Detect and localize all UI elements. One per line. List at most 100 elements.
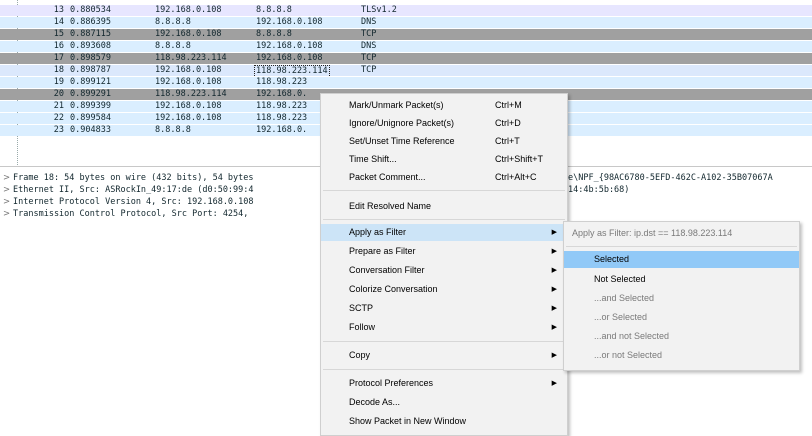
menu-item-time-shift[interactable]: Time Shift... Ctrl+Shift+T xyxy=(321,151,567,168)
packet-source: 8.8.8.8 xyxy=(155,41,191,51)
packet-row[interactable]: 13 0.880534 192.168.0.108 8.8.8.8 TLSv1.… xyxy=(0,5,812,16)
packet-destination: 8.8.8.8 xyxy=(256,5,292,15)
submenu-item-and-selected: ...and Selected xyxy=(564,290,799,307)
submenu-item-label: ...or Selected xyxy=(594,312,648,322)
menu-item-label: Ignore/Unignore Packet(s) xyxy=(349,118,455,128)
menu-item-apply-as-filter[interactable]: Apply as Filter ▶ xyxy=(321,224,567,241)
menu-item-label: Protocol Preferences xyxy=(349,378,434,388)
menu-item-label: Prepare as Filter xyxy=(349,246,416,256)
menu-item-label: Colorize Conversation xyxy=(349,284,438,294)
menu-item-protocol-preferences[interactable]: Protocol Preferences ▶ xyxy=(321,375,567,392)
menu-item-label: Decode As... xyxy=(349,397,401,407)
packet-no: 18 xyxy=(53,65,64,75)
menu-item-packet-comment[interactable]: Packet Comment... Ctrl+Alt+C xyxy=(321,169,567,186)
packet-no: 15 xyxy=(53,29,64,39)
menu-item-label: SCTP xyxy=(349,303,374,313)
menu-item-shortcut: Ctrl+D xyxy=(495,118,521,128)
menu-item-follow[interactable]: Follow ▶ xyxy=(321,319,567,336)
submenu-arrow-icon: ▶ xyxy=(551,267,557,274)
menu-item-copy[interactable]: Copy ▶ xyxy=(321,347,567,364)
packet-source: 192.168.0.108 xyxy=(155,5,222,15)
packet-source: 192.168.0.108 xyxy=(155,65,222,75)
packet-protocol: TCP xyxy=(361,65,377,75)
submenu-item-or-not-selected: ...or not Selected xyxy=(564,347,799,364)
packet-time: 0.887115 xyxy=(70,29,111,39)
packet-row[interactable]: 16 0.893608 8.8.8.8 192.168.0.108 DNS xyxy=(0,41,812,52)
menu-item-edit-resolved-name[interactable]: Edit Resolved Name xyxy=(321,198,567,215)
menu-item-label: Edit Resolved Name xyxy=(349,201,432,211)
menu-item-prepare-as-filter[interactable]: Prepare as Filter ▶ xyxy=(321,243,567,260)
packet-protocol: TLSv1.2 xyxy=(361,5,397,15)
packet-row-selected[interactable]: 18 0.898787 192.168.0.108 118.98.223.114… xyxy=(0,65,812,78)
packet-source: 192.168.0.108 xyxy=(155,29,222,39)
packet-row[interactable]: 15 0.887115 192.168.0.108 8.8.8.8 TCP xyxy=(0,29,812,40)
packet-source: 8.8.8.8 xyxy=(155,17,191,27)
packet-source: 8.8.8.8 xyxy=(155,125,191,135)
submenu-item-label: Not Selected xyxy=(594,274,646,284)
menu-item-label: Show Packet in New Window xyxy=(349,416,467,426)
detail-text: Transmission Control Protocol, Src Port:… xyxy=(13,209,249,219)
expand-arrow-icon[interactable]: > xyxy=(3,197,10,208)
submenu-arrow-icon: ▶ xyxy=(551,305,557,312)
expand-arrow-icon[interactable]: > xyxy=(3,209,10,220)
submenu-item-label: ...and not Selected xyxy=(594,331,670,341)
submenu-arrow-icon: ▶ xyxy=(551,352,557,359)
packet-time: 0.898787 xyxy=(70,65,111,75)
menu-item-mark-packet[interactable]: Mark/Unmark Packet(s) Ctrl+M xyxy=(321,97,567,114)
menu-item-time-reference[interactable]: Set/Unset Time Reference Ctrl+T xyxy=(321,133,567,150)
submenu-item-not-selected[interactable]: Not Selected xyxy=(564,271,799,288)
submenu-arrow-icon: ▶ xyxy=(551,248,557,255)
packet-time: 0.886395 xyxy=(70,17,111,27)
packet-time: 0.880534 xyxy=(70,5,111,15)
packet-no: 16 xyxy=(53,41,64,51)
menu-item-label: Copy xyxy=(349,350,371,360)
expand-arrow-icon[interactable]: > xyxy=(3,173,10,184)
menu-item-label: Conversation Filter xyxy=(349,265,425,275)
menu-item-label: Apply as Filter xyxy=(349,227,407,237)
packet-source: 118.98.223.114 xyxy=(155,89,227,99)
packet-time: 0.899584 xyxy=(70,113,111,123)
packet-row[interactable]: 17 0.898579 118.98.223.114 192.168.0.108… xyxy=(0,53,812,64)
expand-arrow-icon[interactable]: > xyxy=(3,185,10,196)
submenu-arrow-icon: ▶ xyxy=(551,286,557,293)
submenu-item-or-selected: ...or Selected xyxy=(564,309,799,326)
menu-item-shortcut: Ctrl+T xyxy=(495,136,520,146)
detail-text: Internet Protocol Version 4, Src: 192.16… xyxy=(13,197,254,207)
menu-item-shortcut: Ctrl+Shift+T xyxy=(495,154,544,164)
menu-item-conversation-filter[interactable]: Conversation Filter ▶ xyxy=(321,262,567,279)
context-menu[interactable]: Mark/Unmark Packet(s) Ctrl+M Ignore/Unig… xyxy=(320,93,568,436)
menu-item-label: Packet Comment... xyxy=(349,172,426,182)
submenu-filter-header: Apply as Filter: ip.dst == 118.98.223.11… xyxy=(564,225,799,242)
apply-as-filter-submenu[interactable]: Apply as Filter: ip.dst == 118.98.223.11… xyxy=(563,221,800,371)
menu-item-shortcut: Ctrl+Alt+C xyxy=(495,172,537,182)
packet-protocol: DNS xyxy=(361,41,377,51)
submenu-arrow-icon: ▶ xyxy=(551,229,557,236)
packet-row[interactable]: 14 0.886395 8.8.8.8 192.168.0.108 DNS xyxy=(0,17,812,28)
menu-item-label: Time Shift... xyxy=(349,154,397,164)
submenu-item-label: ...and Selected xyxy=(594,293,655,303)
packet-protocol: DNS xyxy=(361,17,377,27)
packet-no: 22 xyxy=(53,113,64,123)
packet-time: 0.904833 xyxy=(70,125,111,135)
menu-item-sctp[interactable]: SCTP ▶ xyxy=(321,300,567,317)
packet-source: 192.168.0.108 xyxy=(155,101,222,111)
packet-row[interactable]: 19 0.899121 192.168.0.108 118.98.223 xyxy=(0,77,812,88)
packet-no: 14 xyxy=(53,17,64,27)
menu-separator xyxy=(323,190,565,191)
packet-destination: 192.168.0.108 xyxy=(256,41,323,51)
detail-text-tail: e\NPF_{98AC6780-5EFD-462C-A102-35B07067A xyxy=(568,173,773,183)
packet-protocol: TCP xyxy=(361,53,377,63)
submenu-item-selected[interactable]: Selected xyxy=(564,251,799,268)
packet-source: 118.98.223.114 xyxy=(155,53,227,63)
packet-destination: 118.98.223 xyxy=(256,113,308,123)
menu-separator xyxy=(566,246,797,247)
menu-item-label: Set/Unset Time Reference xyxy=(349,136,455,146)
menu-item-colorize-conversation[interactable]: Colorize Conversation ▶ xyxy=(321,281,567,298)
menu-item-shortcut: Ctrl+M xyxy=(495,100,522,110)
menu-item-show-packet-new-window[interactable]: Show Packet in New Window xyxy=(321,413,567,430)
menu-item-decode-as[interactable]: Decode As... xyxy=(321,394,567,411)
packet-source: 192.168.0.108 xyxy=(155,113,222,123)
packet-time: 0.899121 xyxy=(70,77,111,87)
menu-item-label: Follow xyxy=(349,322,376,332)
menu-item-ignore-packet[interactable]: Ignore/Unignore Packet(s) Ctrl+D xyxy=(321,115,567,132)
